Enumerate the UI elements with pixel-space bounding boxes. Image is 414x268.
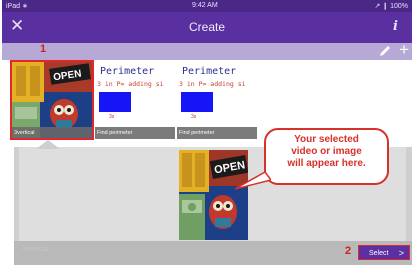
selected-item-label: 3vertical [22,246,49,253]
preview-photo: OPEN [179,150,248,240]
callout-line-1: Your selected [294,134,359,145]
selected-preview-image: OPEN [179,150,248,240]
pointer-tip [36,140,60,149]
step-2-marker: 2 [345,245,352,257]
chevron-right-icon: > [398,248,404,258]
select-button[interactable]: Select > [358,245,410,260]
thumbnail-caption: Find perimeter [177,127,257,139]
drawn-square [181,92,213,112]
drawn-square [99,92,131,112]
media-thumbnail-3[interactable]: Perimeter 3 in P= adding si 3s Find peri… [177,62,257,139]
nav-bar: ✕ Create i [2,12,412,43]
media-thumbnail-1[interactable]: OPEN 3vertical [12,62,92,139]
instruction-callout: Your selected video or image will appear… [264,128,389,185]
info-icon[interactable]: i [393,19,398,34]
app-window: iPad ∗ 9:42 AM ↗ ❙ 100% ✕ Create i + OPE… [2,0,412,266]
thumbnail-caption: 3vertical [12,127,92,139]
media-toolbar: + [2,40,412,60]
drawing-heading: Perimeter [100,66,155,77]
drawing-formula: 3 in P= adding si [97,80,164,88]
battery-indicator: ↗ ❙ 100% [374,3,408,10]
clock: 9:42 AM [192,2,218,9]
media-thumbnail-2[interactable]: Perimeter 3 in P= adding si 3s Find peri… [95,62,175,139]
plus-icon[interactable]: + [399,40,409,60]
status-bar: iPad ∗ 9:42 AM ↗ ❙ 100% [2,0,412,12]
drawing-dimension: 3s [191,114,197,120]
callout-line-2: video or image [291,146,362,157]
page-title: Create [188,20,226,34]
select-button-label: Select [369,250,389,257]
drawing-dimension: 3s [109,114,115,120]
callout-pointer [235,172,271,190]
callout-line-3: will appear here. [287,158,366,169]
drawing-formula: 3 in P= adding si [179,80,246,88]
carrier-label: iPad ∗ [6,3,28,10]
thumbnail-caption: Find perimeter [95,127,175,139]
drawing-heading: Perimeter [182,66,237,77]
pencil-icon[interactable] [378,45,392,57]
step-1-marker: 1 [40,43,47,55]
bottom-bar [14,241,412,265]
